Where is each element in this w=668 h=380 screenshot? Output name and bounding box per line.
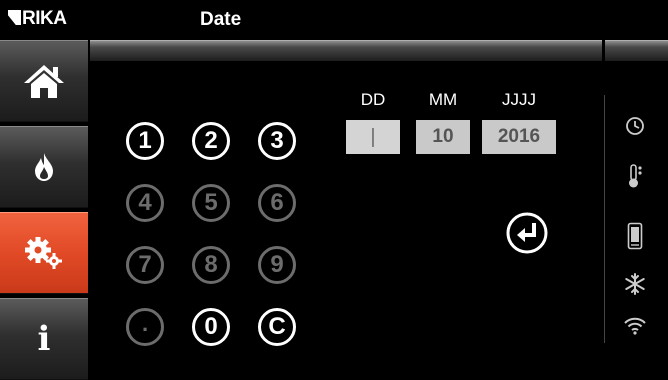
keypad-key-6: 6: [258, 184, 296, 222]
sidebar: i: [0, 40, 88, 380]
keypad-key-3[interactable]: 3: [258, 122, 296, 160]
status-clock: [612, 116, 658, 136]
month-field[interactable]: 10: [416, 120, 470, 154]
keypad-key-7: 7: [126, 246, 164, 284]
keypad-key-1[interactable]: 1: [126, 122, 164, 160]
enter-icon[interactable]: [506, 212, 548, 254]
year-field[interactable]: 2016: [482, 120, 556, 154]
keypad-key-2[interactable]: 2: [192, 122, 230, 160]
top-bar-right: [605, 40, 668, 61]
sidebar-item-flame[interactable]: [0, 126, 88, 208]
dd-label: DD: [360, 90, 386, 109]
status-wifi: [612, 317, 658, 335]
snowflake-icon: [625, 273, 645, 295]
keypad-key-4: 4: [126, 184, 164, 222]
sidebar-item-settings[interactable]: [0, 212, 88, 294]
keypad-key-dot: .: [126, 308, 164, 346]
header-bar: RIKA Date: [0, 0, 668, 40]
keypad-key-9: 9: [258, 246, 296, 284]
status-snowflake: [612, 273, 658, 295]
yyyy-label: JJJJ: [502, 90, 536, 109]
wifi-icon: [624, 317, 646, 335]
status-thermometer: [612, 163, 658, 189]
keypad-key-0[interactable]: 0: [192, 308, 230, 346]
home-icon: [24, 65, 64, 98]
top-bar-left: [90, 40, 602, 61]
status-divider: [604, 95, 605, 343]
page-title: Date: [200, 9, 242, 30]
info-icon: i: [37, 319, 51, 359]
keypad-key-8: 8: [192, 246, 230, 284]
sidebar-item-info[interactable]: i: [0, 298, 88, 380]
date-entry-panel: 1 2 3 4 5 6 7 8 9 . 0 C DD MM JJJJ | 10 …: [90, 60, 600, 380]
rika-logo: RIKA: [8, 8, 67, 30]
status-remote: [612, 222, 658, 250]
flame-icon: [35, 153, 53, 181]
thermometer-icon: [629, 164, 642, 188]
remote-icon: [627, 222, 643, 250]
clock-icon: [626, 117, 644, 135]
sidebar-item-home[interactable]: [0, 40, 88, 122]
mm-label: MM: [428, 90, 458, 109]
keypad-key-5: 5: [192, 184, 230, 222]
day-field[interactable]: |: [346, 120, 400, 154]
gears-icon: [25, 237, 62, 269]
keypad-key-clear[interactable]: C: [258, 308, 296, 346]
